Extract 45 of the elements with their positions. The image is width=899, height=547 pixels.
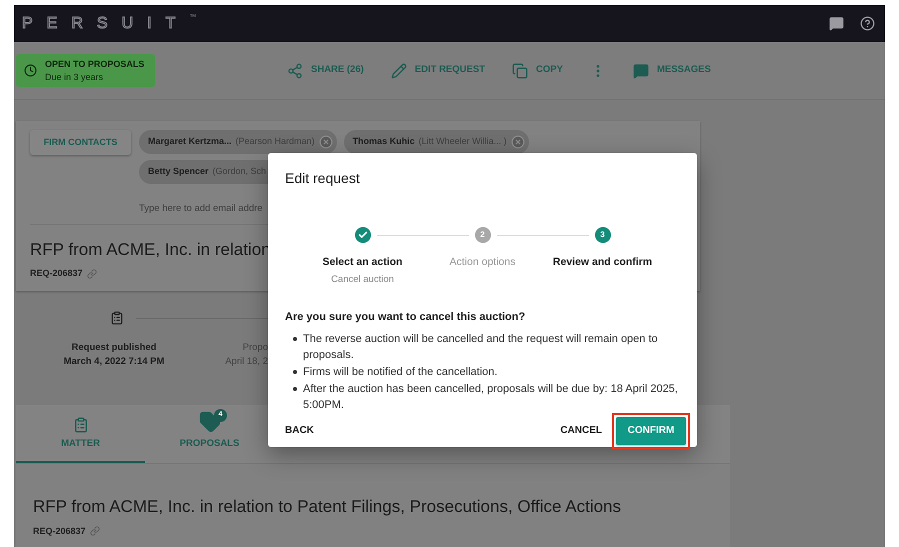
step-indicator: 3 [594,227,610,243]
clipboard-icon [72,416,88,433]
link-icon[interactable] [90,526,100,536]
chat-icon[interactable] [829,16,844,31]
step-label: Review and confirm [552,255,652,270]
bullet-text: Firms will be notified of the cancellation. [303,364,498,380]
bullet-text: The reverse auction will be cancelled and the request will remain open to proposals. [303,332,659,362]
copy-icon [512,62,528,78]
clock-icon [24,64,37,77]
toolbar-button[interactable]: MESSAGES [632,62,711,78]
timeline-title: Request published [72,341,156,355]
status-title: OPEN TO PROPOSALS [45,58,144,70]
email-input-placeholder[interactable]: Type here to add email addre [139,202,263,216]
message-icon [632,62,649,78]
cancel-button[interactable]: CANCEL [560,416,602,444]
matter-title: RFP from ACME, Inc. in relation to Patent Filings, Prosecutions, Office Actions [33,496,622,518]
toolbar-button[interactable]: COPY [512,62,563,78]
back-button[interactable]: BACK [285,416,314,444]
step-label: Action options [450,255,516,270]
pencil-icon [390,62,407,78]
link-icon[interactable] [86,268,97,278]
help-icon[interactable] [860,16,875,31]
contact-name: Thomas Kuhic [352,135,415,148]
request-id: REQ-206837 [30,266,83,280]
status-subtitle: Due in 3 years [45,70,104,84]
dialog-question: Are you sure you want to cancel this auction? [285,310,526,325]
remove-icon[interactable] [510,135,525,149]
step-indicator: 2 [474,227,490,243]
contact-name: Betty Spencer [148,165,209,178]
confirm-button[interactable]: CONFIRM [616,416,686,444]
remove-icon[interactable] [318,135,333,149]
request-id: REQ-206837 [33,524,86,538]
step-sublabel: Cancel auction [331,272,394,287]
logo[interactable]: PERSUIT [22,12,190,36]
step-label: Select an action [322,255,402,270]
dialog-title: Edit request [285,169,361,188]
contact-name: Margaret Kertzma... [148,135,232,148]
toolbar-button[interactable]: EDIT REQUEST [390,62,485,78]
firm-contacts-button[interactable]: FIRM CONTACTS [30,130,131,155]
toolbar-button[interactable]: SHARE (26) [287,62,364,78]
share-icon [287,62,303,78]
timeline-date: March 4, 2022 7:14 PM [64,355,164,370]
bullet-text: After the auction has been cancelled, proposals will be due by: 18 April 2025, 5:00PM. [303,382,679,412]
clipboard-icon [110,311,124,325]
check-icon [358,230,368,240]
